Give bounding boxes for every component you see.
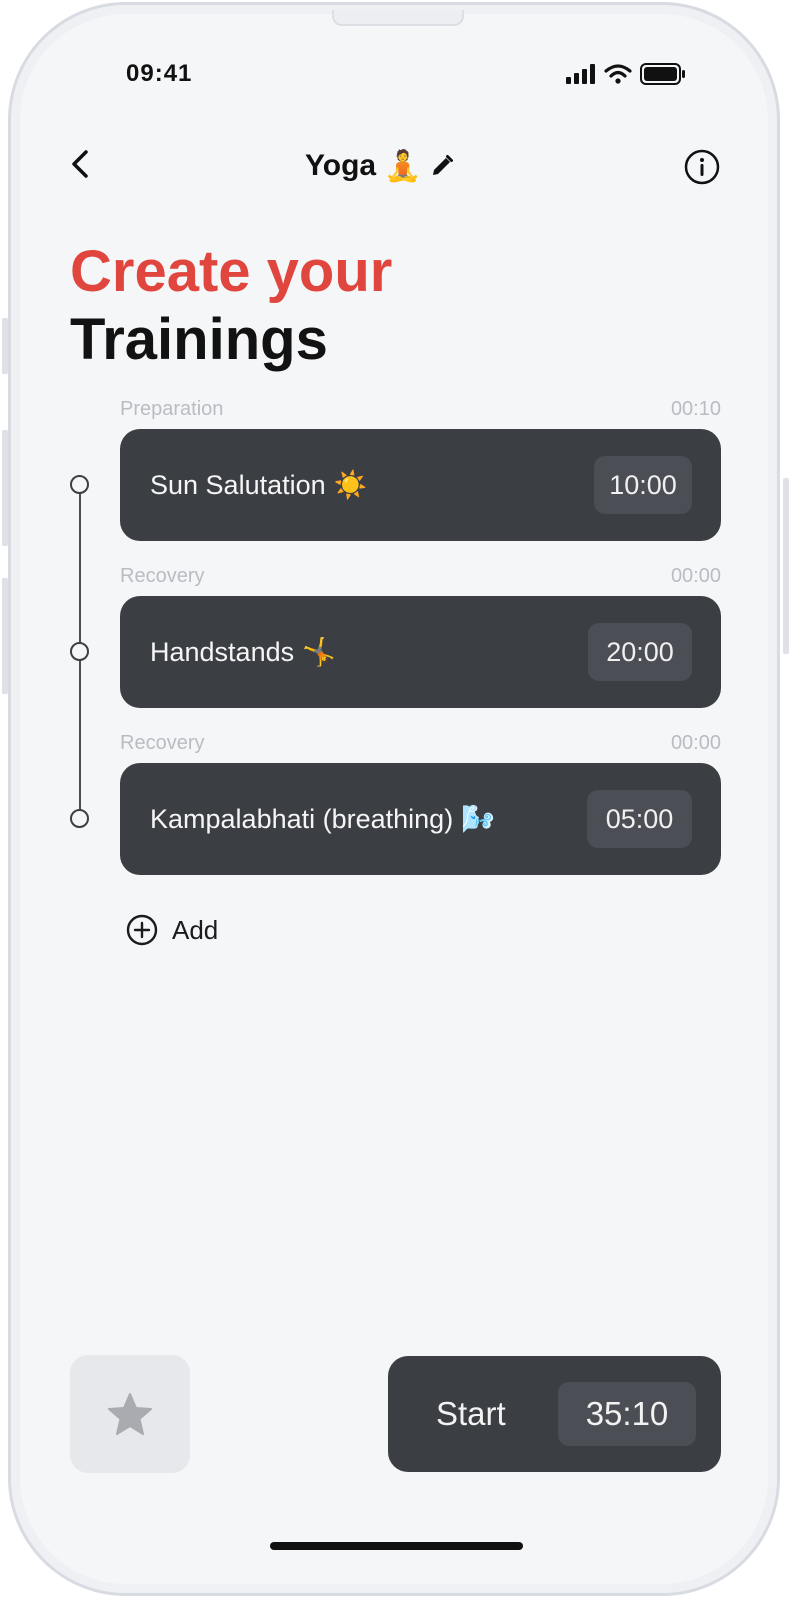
training-name-wrap: Kampalabhati (breathing) 🌬️: [150, 763, 495, 875]
headline-main: Trainings: [70, 307, 328, 372]
training-duration[interactable]: 05:00: [587, 790, 692, 848]
training-card[interactable]: Handstands 🤸 20:00: [120, 596, 721, 708]
section-label: Recovery: [120, 565, 205, 587]
total-time: 35:10: [558, 1382, 696, 1446]
cartwheel-emoji: 🤸: [302, 637, 336, 667]
title-text: Yoga: [305, 149, 377, 182]
wind-emoji: 🌬️: [461, 804, 495, 834]
start-label: Start: [436, 1395, 506, 1432]
back-button[interactable]: [62, 146, 98, 182]
workout-title[interactable]: Yoga 🧘: [305, 148, 455, 184]
sun-emoji: ☀️: [333, 470, 368, 500]
side-button-volume-down: [2, 578, 8, 694]
training-name-wrap: Handstands 🤸: [150, 596, 336, 708]
training-name-wrap: Sun Salutation ☀️: [150, 429, 367, 541]
section-time: 00:10: [670, 398, 721, 420]
cellular-signal-icon: [566, 64, 595, 84]
timeline-dot: [70, 809, 89, 828]
status-icons: [566, 63, 686, 85]
section-label: Preparation: [120, 398, 224, 420]
status-time: 09:41: [126, 60, 193, 87]
side-button-power: [783, 478, 789, 654]
favorite-button[interactable]: [70, 1355, 190, 1473]
training-name: Handstands: [150, 636, 295, 667]
pencil-icon[interactable]: [429, 153, 455, 179]
training-duration[interactable]: 10:00: [594, 456, 692, 514]
meditation-emoji: 🧘: [384, 149, 422, 183]
timeline-dot: [70, 475, 89, 494]
side-button-mute: [2, 318, 8, 374]
timeline-dot: [70, 642, 89, 661]
chevron-left-icon: [72, 150, 88, 178]
add-label: Add: [172, 914, 219, 945]
section-label: Recovery: [120, 732, 205, 754]
speaker-notch: [332, 10, 464, 26]
plus-circle-icon: [126, 914, 158, 946]
training-card[interactable]: Sun Salutation ☀️ 10:00: [120, 429, 721, 541]
page-headline: Create your Trainings: [70, 238, 392, 374]
training-card[interactable]: Kampalabhati (breathing) 🌬️ 05:00: [120, 763, 721, 875]
info-circle-icon[interactable]: [684, 149, 720, 185]
section-time: 00:00: [670, 565, 721, 587]
training-name: Kampalabhati (breathing): [150, 803, 454, 834]
start-button[interactable]: Start 35:10: [388, 1356, 721, 1472]
battery-icon: [640, 63, 685, 85]
training-duration[interactable]: 20:00: [588, 623, 692, 681]
section-time: 00:00: [670, 732, 721, 754]
star-icon: [108, 1393, 152, 1435]
add-training-button[interactable]: Add: [126, 914, 218, 946]
home-indicator[interactable]: [270, 1542, 523, 1550]
side-button-volume-up: [2, 430, 8, 546]
headline-accent: Create your: [70, 239, 393, 304]
training-name: Sun Salutation: [150, 469, 326, 500]
wifi-icon: [604, 64, 632, 84]
